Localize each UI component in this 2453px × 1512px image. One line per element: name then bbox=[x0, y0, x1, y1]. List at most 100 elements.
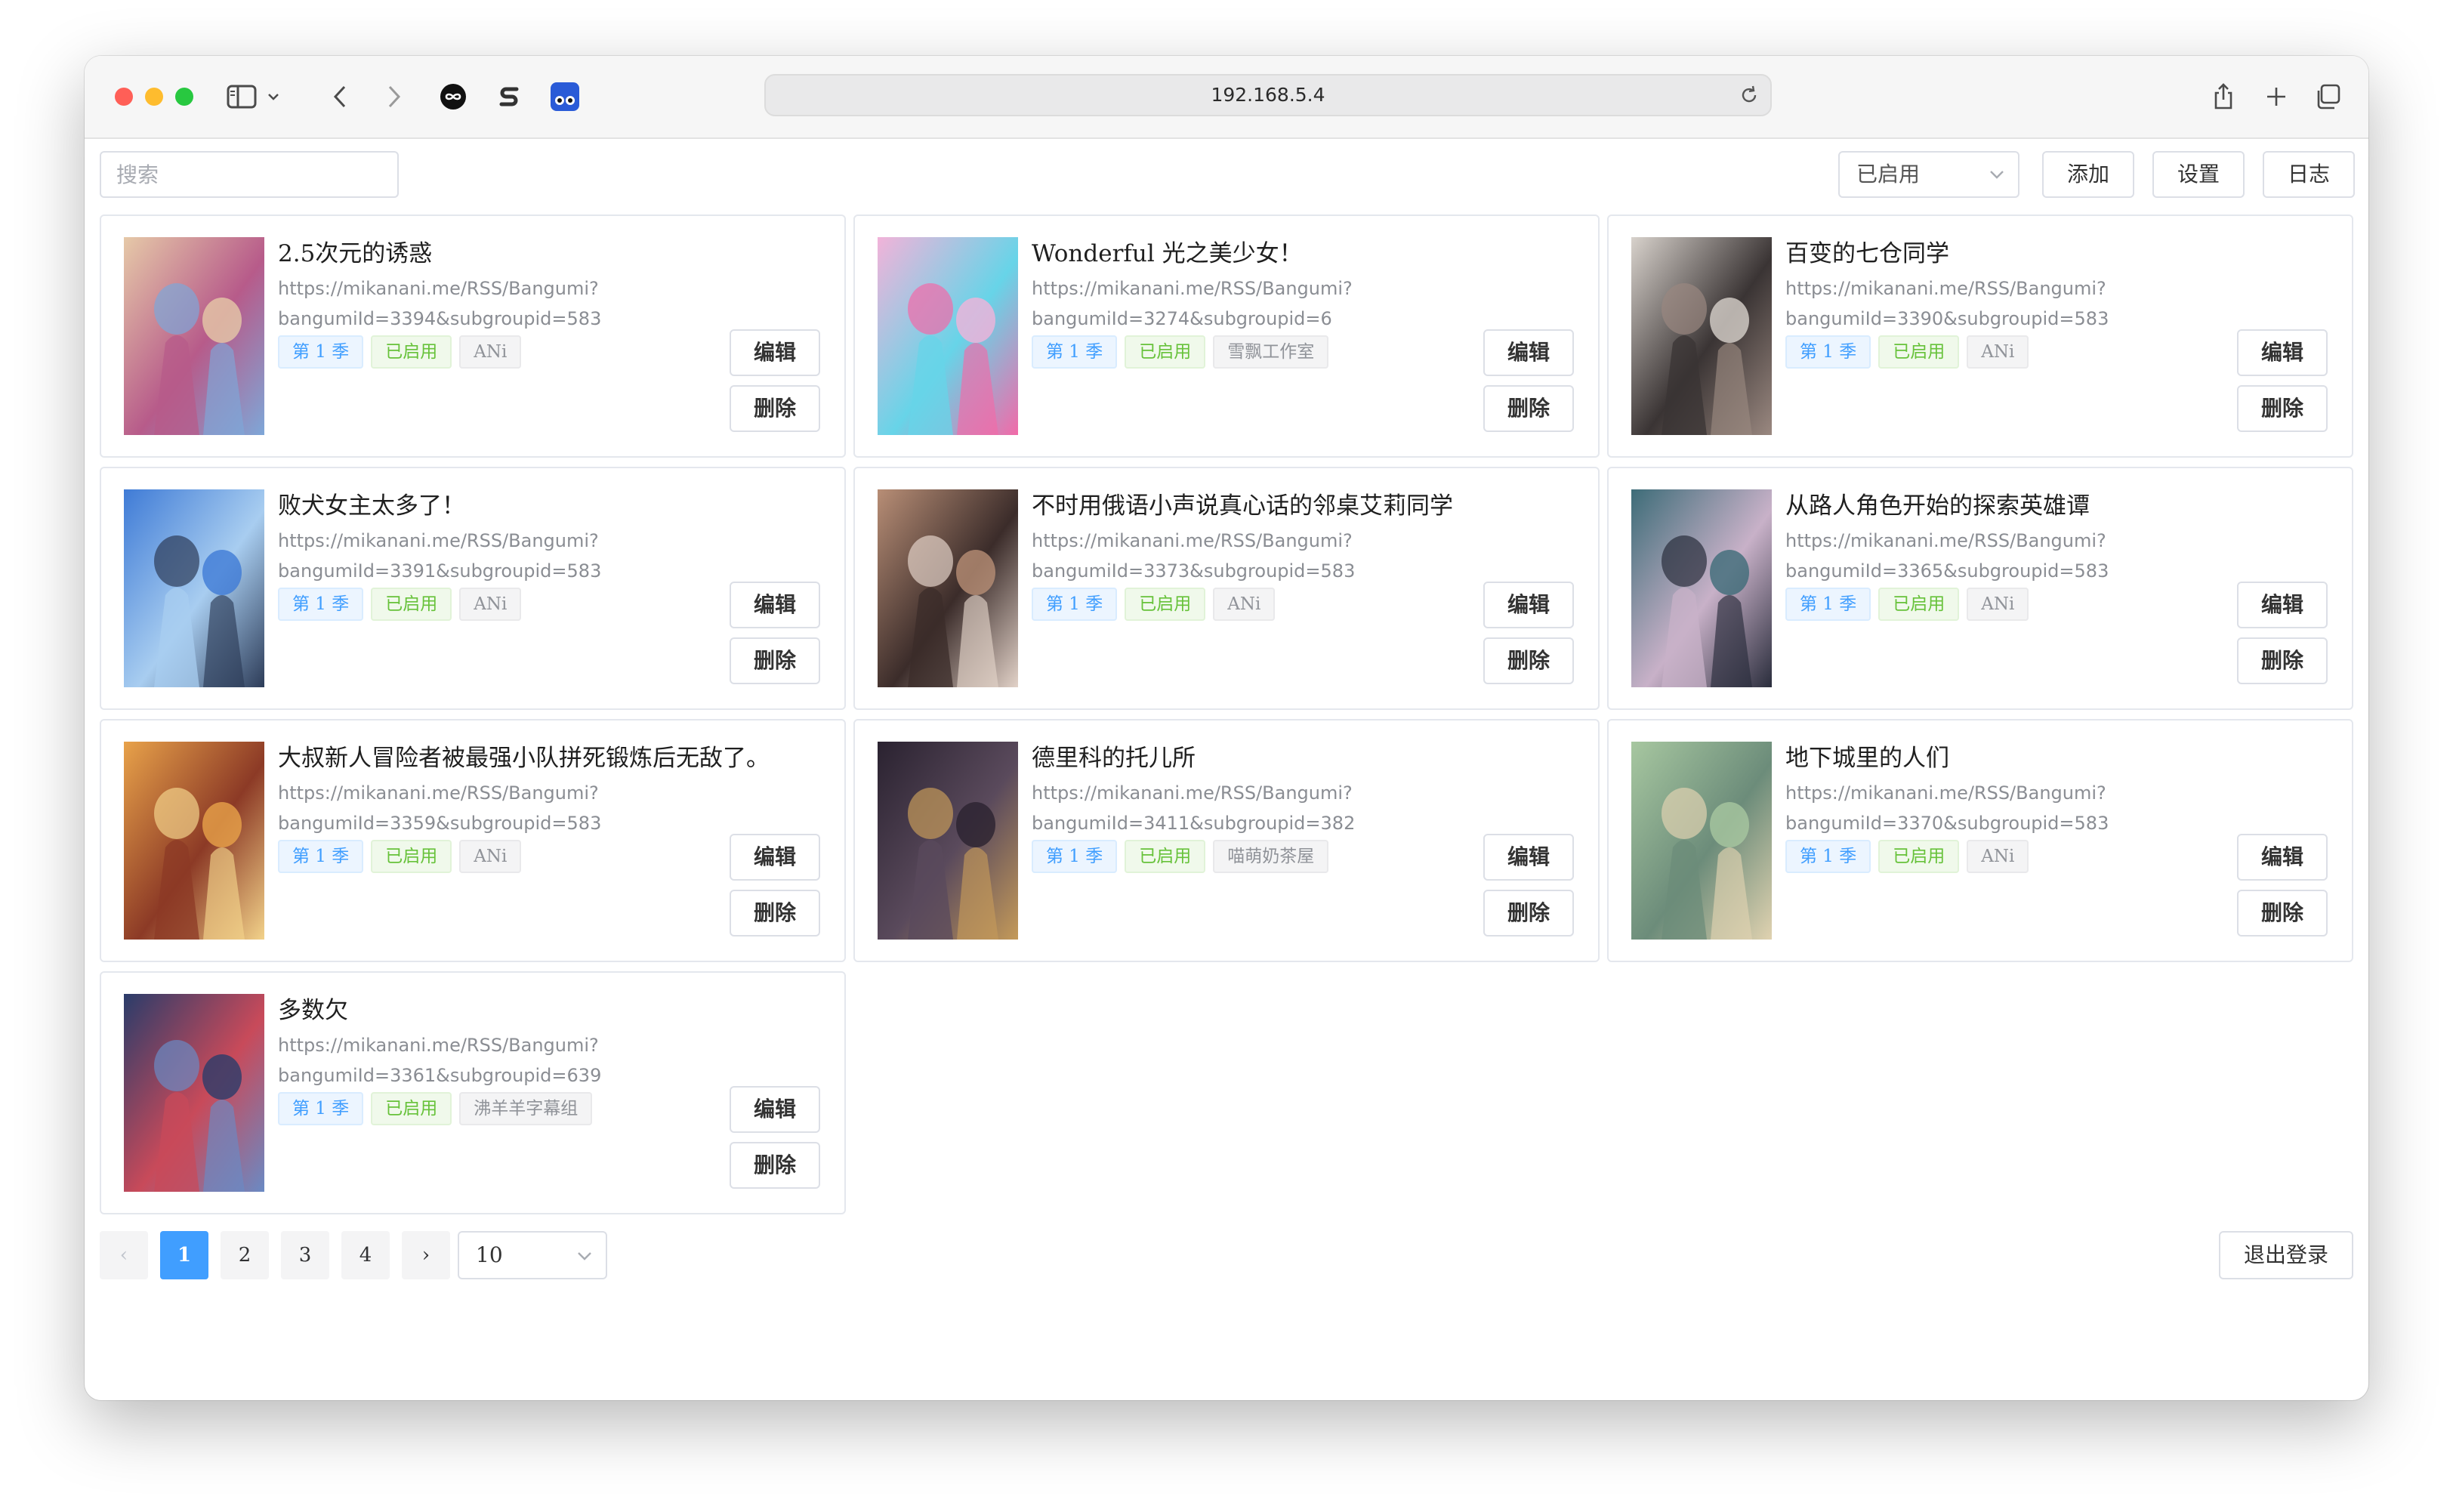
tabs-overview-icon[interactable] bbox=[2313, 79, 2343, 115]
rss-url-line: bangumiId=3370&subgroupid=583 bbox=[1785, 813, 2109, 834]
edit-button[interactable]: 编辑 bbox=[730, 329, 820, 376]
add-button[interactable]: 添加 bbox=[2042, 151, 2134, 198]
logout-button[interactable]: 退出登录 bbox=[2219, 1231, 2353, 1279]
subscription-card: 地下城里的人们 https://mikanani.me/RSS/Bangumi? b… bbox=[1607, 719, 2353, 962]
page-button[interactable]: 2 bbox=[221, 1231, 269, 1279]
reload-icon[interactable] bbox=[1739, 85, 1760, 106]
new-tab-icon[interactable] bbox=[2261, 79, 2291, 115]
rss-url-line: https://mikanani.me/RSS/Bangumi? bbox=[278, 278, 599, 299]
subgroup-tag: ANi bbox=[1213, 588, 1276, 621]
next-page-button[interactable]: › bbox=[402, 1231, 450, 1279]
edit-button[interactable]: 编辑 bbox=[2237, 582, 2328, 628]
zoom-window-button[interactable] bbox=[175, 88, 193, 106]
rss-url: https://mikanani.me/RSS/Bangumi? bangumiI… bbox=[1032, 273, 1485, 334]
rss-url-line: https://mikanani.me/RSS/Bangumi? bbox=[1032, 278, 1353, 299]
minimize-window-button[interactable] bbox=[145, 88, 163, 106]
tag-group: 第 1 季已启用 雪飘工作室 bbox=[1032, 335, 1329, 369]
address-bar[interactable]: 192.168.5.4 bbox=[764, 74, 1772, 116]
anime-poster-image bbox=[878, 489, 1018, 687]
delete-button[interactable]: 删除 bbox=[730, 890, 820, 937]
subscription-card: 德里科的托儿所 https://mikanani.me/RSS/Bangumi? b… bbox=[853, 719, 1600, 962]
back-icon[interactable] bbox=[325, 79, 355, 115]
sidebar-icon[interactable] bbox=[221, 79, 263, 115]
edit-button[interactable]: 编辑 bbox=[1483, 834, 1574, 881]
status-tag: 已启用 bbox=[1878, 840, 1960, 873]
blue-extension-icon[interactable] bbox=[547, 79, 583, 115]
anime-title: 大叔新人冒险者被最强小队拼死锻炼后无敌了。 bbox=[278, 745, 770, 772]
tag-group: 第 1 季已启用 ANi bbox=[1785, 335, 2029, 369]
delete-button[interactable]: 删除 bbox=[2237, 890, 2328, 937]
season-tag: 第 1 季 bbox=[1032, 335, 1118, 369]
anime-poster-image bbox=[1631, 237, 1772, 435]
season-tag: 第 1 季 bbox=[1785, 335, 1871, 369]
rss-url-line: https://mikanani.me/RSS/Bangumi? bbox=[278, 530, 599, 551]
rss-url-line: bangumiId=3390&subgroupid=583 bbox=[1785, 308, 2109, 329]
delete-button[interactable]: 删除 bbox=[1483, 890, 1574, 937]
delete-button[interactable]: 删除 bbox=[2237, 385, 2328, 432]
tag-group: 第 1 季已启用 ANi bbox=[278, 840, 522, 873]
edit-button[interactable]: 编辑 bbox=[1483, 582, 1574, 628]
delete-button[interactable]: 删除 bbox=[1483, 637, 1574, 684]
forward-icon[interactable] bbox=[379, 79, 409, 115]
status-tag: 已启用 bbox=[1878, 588, 1960, 621]
anime-title: 多数欠 bbox=[278, 997, 348, 1024]
rss-url-line: https://mikanani.me/RSS/Bangumi? bbox=[1785, 278, 2106, 299]
delete-button[interactable]: 删除 bbox=[730, 385, 820, 432]
chevron-down-icon[interactable] bbox=[264, 79, 282, 115]
rss-url-line: bangumiId=3394&subgroupid=583 bbox=[278, 308, 602, 329]
subgroup-tag: ANi bbox=[459, 335, 522, 369]
s-extension-icon[interactable] bbox=[491, 79, 527, 115]
anime-title: 从路人角色开始的探索英雄谭 bbox=[1785, 492, 2090, 520]
status-tag: 已启用 bbox=[371, 840, 452, 873]
subscription-card: 从路人角色开始的探索英雄谭 https://mikanani.me/RSS/Ban… bbox=[1607, 467, 2353, 710]
log-button[interactable]: 日志 bbox=[2263, 151, 2355, 198]
chevron-down-icon bbox=[1990, 171, 2004, 179]
prev-page-button[interactable]: ‹ bbox=[100, 1231, 148, 1279]
subscription-card: 不时用俄语小声说真心话的邻桌艾莉同学 https://mikanani.me/RS… bbox=[853, 467, 1600, 710]
subscription-card: 大叔新人冒险者被最强小队拼死锻炼后无敌了。 https://mikanani.me… bbox=[100, 719, 846, 962]
season-tag: 第 1 季 bbox=[278, 588, 364, 621]
anime-poster-image bbox=[1631, 742, 1772, 940]
delete-button[interactable]: 删除 bbox=[2237, 637, 2328, 684]
settings-button[interactable]: 设置 bbox=[2152, 151, 2245, 198]
season-tag: 第 1 季 bbox=[1032, 588, 1118, 621]
season-tag: 第 1 季 bbox=[278, 840, 364, 873]
anime-title: 地下城里的人们 bbox=[1785, 745, 1949, 772]
share-icon[interactable] bbox=[2208, 79, 2239, 115]
edit-button[interactable]: 编辑 bbox=[730, 582, 820, 628]
rss-url-line: bangumiId=3361&subgroupid=639 bbox=[278, 1065, 602, 1086]
subscription-card: 多数欠 https://mikanani.me/RSS/Bangumi? bangu… bbox=[100, 971, 846, 1214]
subgroup-tag: ANi bbox=[1967, 335, 2029, 369]
rss-url-line: https://mikanani.me/RSS/Bangumi? bbox=[278, 1035, 599, 1056]
edit-button[interactable]: 编辑 bbox=[1483, 329, 1574, 376]
tag-group: 第 1 季已启用 ANi bbox=[1032, 588, 1276, 621]
page-button[interactable]: 1 bbox=[160, 1231, 208, 1279]
delete-button[interactable]: 删除 bbox=[1483, 385, 1574, 432]
rss-url-line: bangumiId=3411&subgroupid=382 bbox=[1032, 813, 1356, 834]
anime-poster-image bbox=[124, 742, 264, 940]
subscription-card: 2.5次元的诱惑 https://mikanani.me/RSS/Bangumi?… bbox=[100, 214, 846, 458]
edit-button[interactable]: 编辑 bbox=[2237, 329, 2328, 376]
rss-url: https://mikanani.me/RSS/Bangumi? bangumiI… bbox=[278, 778, 731, 838]
browser-titlebar: 192.168.5.4 bbox=[85, 56, 2368, 139]
edit-button[interactable]: 编辑 bbox=[730, 834, 820, 881]
status-filter-select[interactable]: 已启用 bbox=[1838, 151, 2019, 198]
close-window-button[interactable] bbox=[115, 88, 133, 106]
search-input[interactable] bbox=[100, 151, 399, 198]
season-tag: 第 1 季 bbox=[278, 335, 364, 369]
page-button[interactable]: 4 bbox=[341, 1231, 390, 1279]
subgroup-tag: ANi bbox=[1967, 840, 2029, 873]
rss-url: https://mikanani.me/RSS/Bangumi? bangumiI… bbox=[1032, 526, 1485, 586]
infinity-extension-icon[interactable] bbox=[435, 79, 471, 115]
edit-button[interactable]: 编辑 bbox=[730, 1086, 820, 1133]
rss-url: https://mikanani.me/RSS/Bangumi? bangumiI… bbox=[278, 526, 731, 586]
page-button[interactable]: 3 bbox=[281, 1231, 329, 1279]
anime-title: 百变的七仓同学 bbox=[1785, 240, 1949, 267]
tag-group: 第 1 季已启用 ANi bbox=[1785, 588, 2029, 621]
tag-group: 第 1 季已启用 ANi bbox=[278, 588, 522, 621]
delete-button[interactable]: 删除 bbox=[730, 637, 820, 684]
page-size-select[interactable]: 10 bbox=[458, 1231, 607, 1279]
delete-button[interactable]: 删除 bbox=[730, 1142, 820, 1189]
rss-url-line: https://mikanani.me/RSS/Bangumi? bbox=[1032, 530, 1353, 551]
edit-button[interactable]: 编辑 bbox=[2237, 834, 2328, 881]
